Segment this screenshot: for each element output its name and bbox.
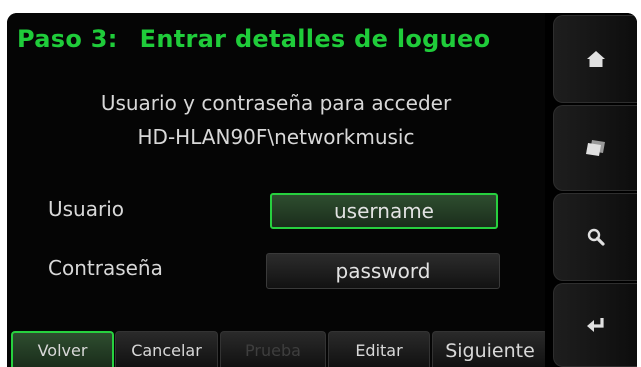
sidebar	[545, 13, 637, 367]
username-field[interactable]: username	[270, 193, 498, 229]
instructions-line: Usuario y contraseña para acceder	[100, 91, 452, 115]
search-icon	[587, 228, 605, 246]
bottom-tab-bar: Volver Cancelar Prueba Editar Siguiente	[7, 331, 552, 367]
cancel-button[interactable]: Cancelar	[115, 331, 218, 367]
edit-button[interactable]: Editar	[328, 331, 430, 367]
device-screen: Paso 3: Entrar detalles de logueo Usuario…	[7, 13, 637, 367]
password-label: Contraseña	[48, 256, 163, 280]
instructions: Usuario y contraseña para acceder HD-HLA…	[7, 86, 545, 154]
search-button[interactable]	[553, 193, 637, 281]
password-field[interactable]: password	[266, 253, 500, 289]
home-button[interactable]	[553, 15, 637, 103]
test-button[interactable]: Prueba	[220, 331, 326, 367]
step-title: Entrar detalles de logueo	[139, 25, 491, 53]
folder-icon	[585, 140, 605, 156]
step-label: Paso 3:	[17, 25, 118, 53]
home-icon	[586, 51, 605, 67]
share-path: HD-HLAN90F\networkmusic	[137, 125, 415, 149]
browse-button[interactable]	[553, 105, 637, 191]
next-button[interactable]: Siguiente	[432, 331, 548, 367]
enter-button[interactable]	[553, 283, 637, 367]
enter-icon	[586, 318, 604, 332]
username-label: Usuario	[48, 197, 125, 221]
page-title: Paso 3: Entrar detalles de logueo	[17, 25, 490, 53]
main-panel: Paso 3: Entrar detalles de logueo Usuario…	[7, 13, 545, 367]
back-button[interactable]: Volver	[11, 331, 114, 367]
